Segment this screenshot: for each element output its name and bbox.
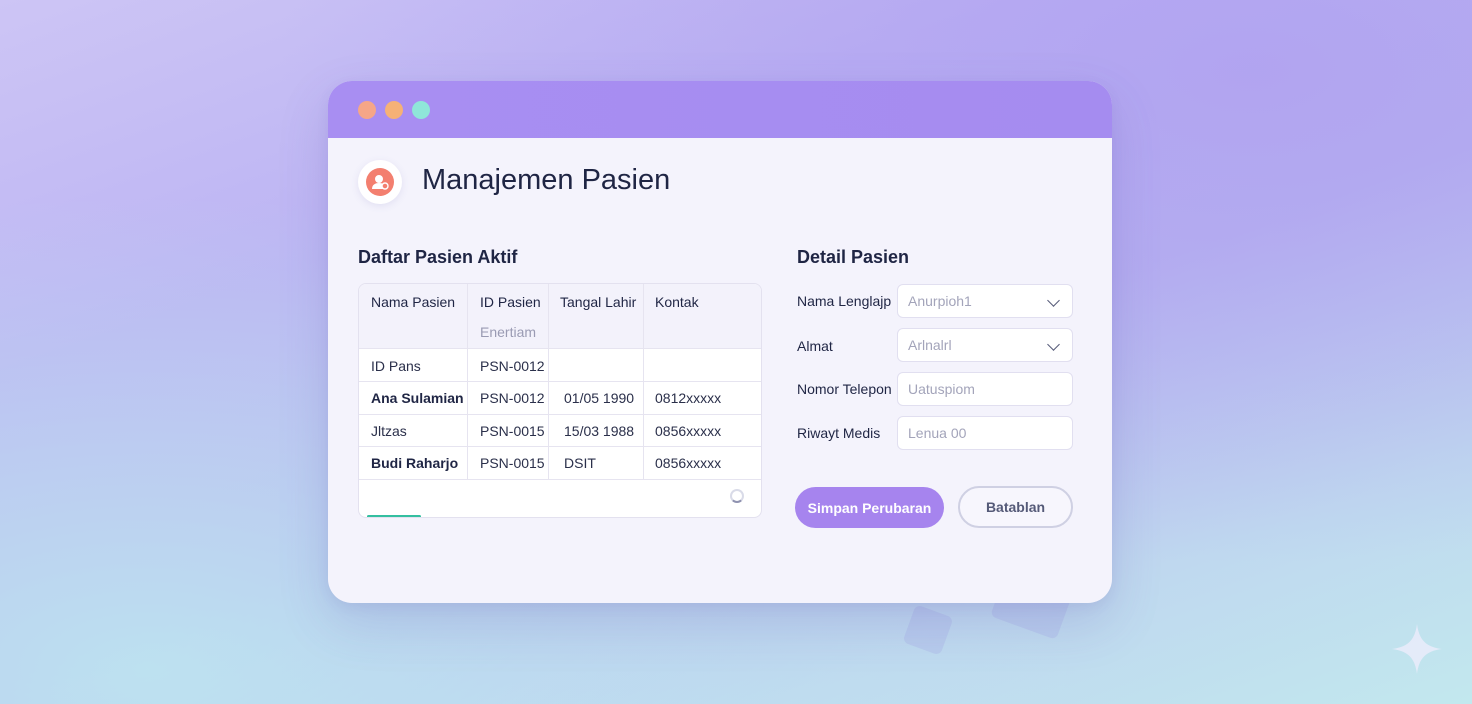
address-select[interactable] bbox=[897, 328, 1073, 362]
table-cell-name[interactable]: Jltzas bbox=[371, 423, 407, 439]
table-cell-id: PSN-0015 bbox=[480, 423, 545, 439]
phone-input[interactable] bbox=[898, 373, 1072, 405]
maximize-window-button[interactable] bbox=[412, 101, 430, 119]
save-button[interactable]: Simpan Perubaran bbox=[795, 487, 944, 528]
table-cell-name[interactable]: Budi Raharjo bbox=[371, 455, 458, 471]
page-title: Manajemen Pasien bbox=[422, 164, 671, 196]
cancel-button[interactable]: Batablan bbox=[958, 486, 1073, 528]
phone-field[interactable] bbox=[897, 372, 1073, 406]
minimize-window-button[interactable] bbox=[385, 101, 403, 119]
row-divider bbox=[359, 446, 761, 447]
table-cell-name[interactable]: Ana Sulamian bbox=[371, 390, 464, 406]
detail-title: Detail Pasien bbox=[797, 247, 910, 267]
table-cell-dob: 15/03 1988 bbox=[564, 423, 635, 439]
table-cell-id: PSN-0012 bbox=[480, 390, 545, 406]
sparkle-icon bbox=[1392, 624, 1442, 674]
medical-history-label: Riwayt Medis bbox=[797, 425, 881, 441]
app-window: Manajemen Pasien Daftar Pasien Aktif Nam… bbox=[328, 81, 1112, 603]
table-cell-contact: 0856xxxxx bbox=[655, 423, 722, 439]
patient-list-title: Daftar Pasien Aktif bbox=[358, 247, 518, 267]
loading-spinner-icon bbox=[730, 489, 744, 503]
full-name-input[interactable] bbox=[898, 285, 1072, 317]
table-cell-dob: 01/05 1990 bbox=[564, 390, 635, 406]
table-cell-dob: DSIT bbox=[564, 455, 596, 471]
table-cell-id: PSN-0012 bbox=[480, 358, 545, 374]
table-load-progress bbox=[367, 515, 421, 517]
row-divider bbox=[359, 381, 761, 382]
medical-history-input[interactable] bbox=[898, 417, 1072, 449]
full-name-label: Nama Lenglajp bbox=[797, 293, 892, 309]
close-window-button[interactable] bbox=[358, 101, 376, 119]
column-header-name[interactable]: Nama Pasien bbox=[371, 294, 455, 310]
medical-history-field[interactable] bbox=[897, 416, 1073, 450]
row-divider bbox=[359, 414, 761, 415]
row-divider bbox=[359, 479, 761, 480]
column-subheader: Enertiam bbox=[480, 324, 537, 340]
column-header-contact[interactable]: Kontak bbox=[655, 294, 699, 310]
window-titlebar bbox=[328, 81, 1112, 138]
table-cell-contact: 0856xxxxx bbox=[655, 455, 722, 471]
table-cell-contact: 0812xxxxx bbox=[655, 390, 722, 406]
patient-table: Nama Pasien ID Pasien Tangal Lahir Konta… bbox=[358, 283, 762, 518]
address-label: Almat bbox=[797, 338, 833, 354]
app-logo bbox=[358, 160, 402, 204]
phone-label: Nomor Telepon bbox=[797, 381, 892, 397]
full-name-select[interactable] bbox=[897, 284, 1073, 318]
table-cell-name[interactable]: ID Pans bbox=[371, 358, 421, 374]
table-cell-id: PSN-0015 bbox=[480, 455, 545, 471]
address-input[interactable] bbox=[898, 329, 1072, 361]
column-header-id[interactable]: ID Pasien bbox=[480, 294, 541, 310]
user-icon bbox=[366, 168, 394, 196]
column-header-dob[interactable]: Tangal Lahir bbox=[560, 294, 636, 310]
